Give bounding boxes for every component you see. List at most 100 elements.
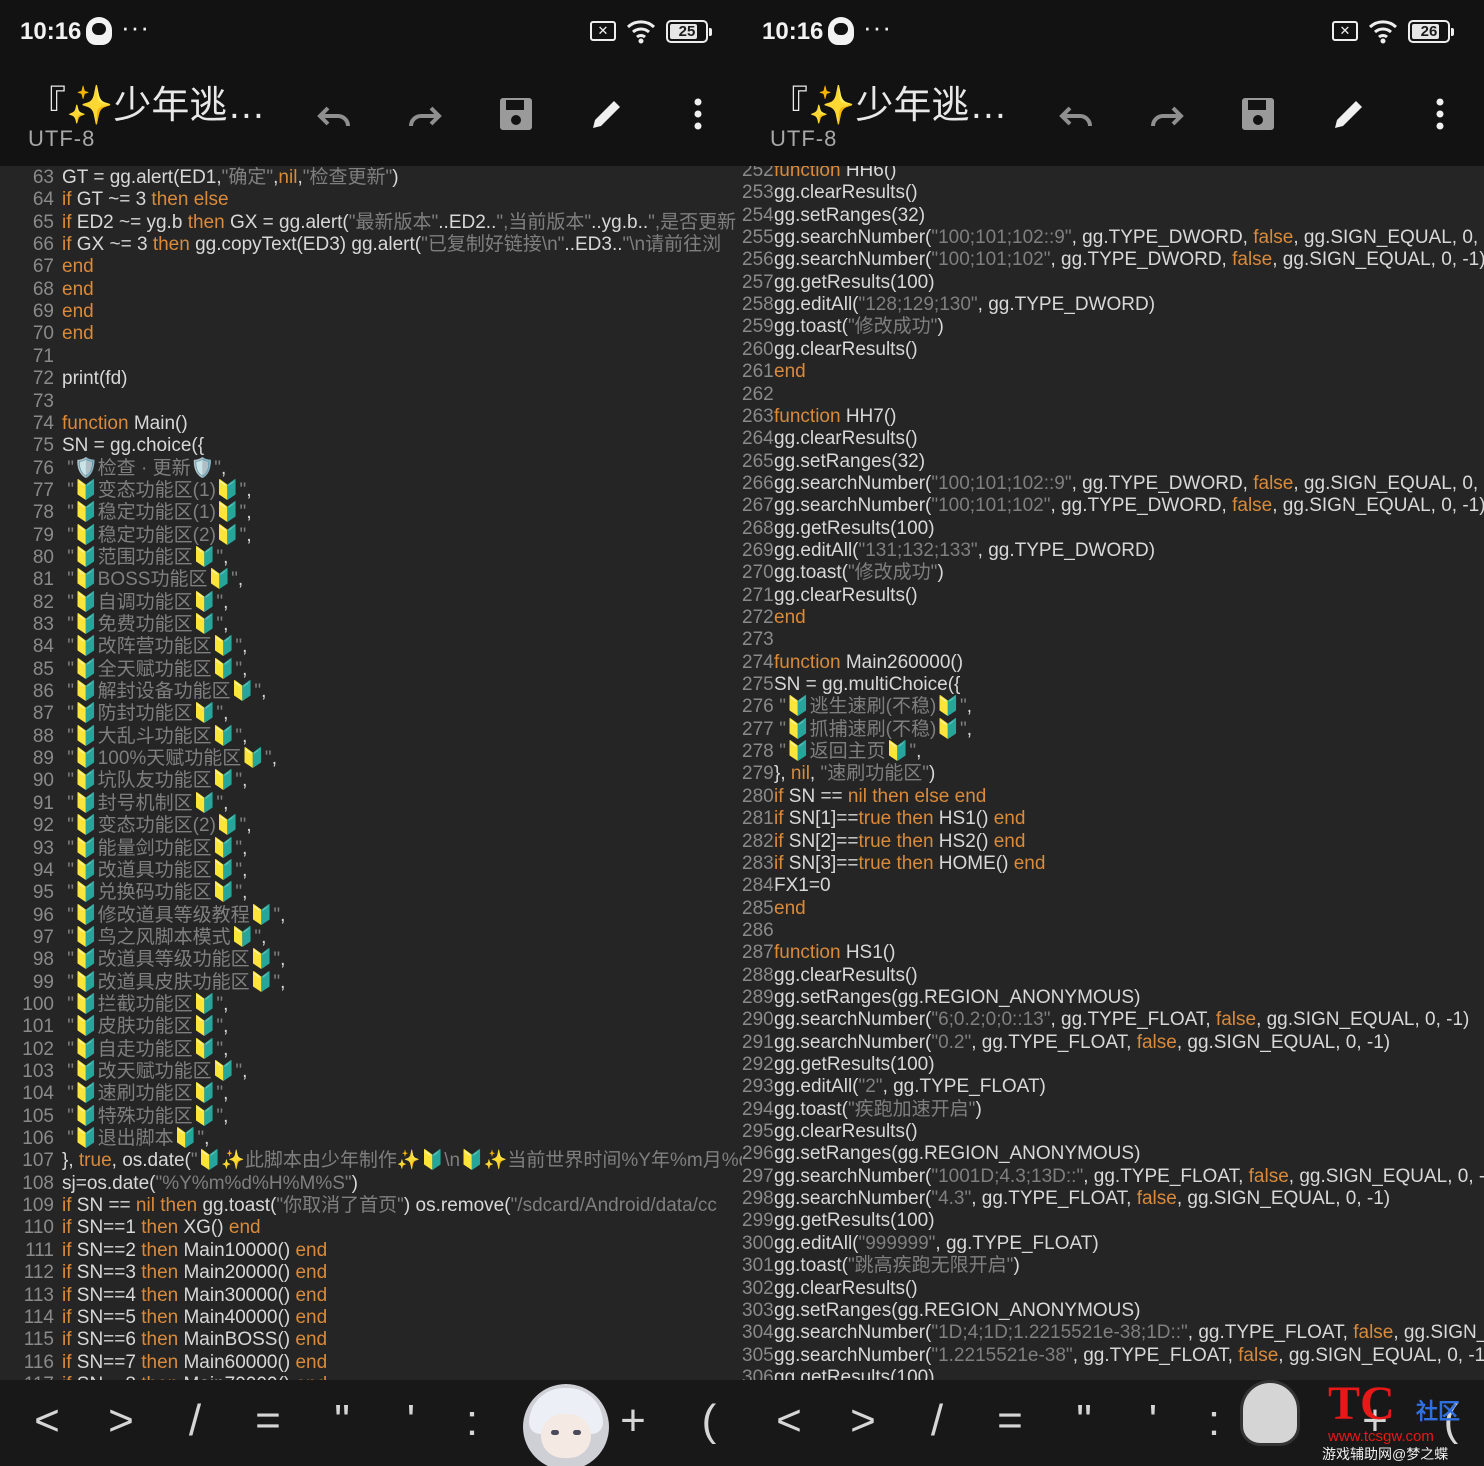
line-number: 75 xyxy=(32,435,54,457)
floating-avatar[interactable] xyxy=(523,1384,609,1466)
code-line: 301gg.toast("跳高疾跑无限开启") xyxy=(742,1255,1484,1277)
colon-key[interactable]: : xyxy=(1189,1396,1239,1446)
code-editor[interactable]: 252function HH6() 253gg.clearResults() 254… xyxy=(742,166,1484,1380)
code-text: "🔰皮肤功能区🔰", xyxy=(67,1016,229,1038)
more-vert-button[interactable] xyxy=(1412,86,1468,142)
plus-key[interactable]: + xyxy=(608,1396,658,1446)
code-line: 106 "🔰退出脚本🔰", xyxy=(0,1128,742,1150)
colon-key[interactable]: : xyxy=(447,1396,497,1446)
code-text: }, true, os.date("🔰✨此脚本由少年制作✨🔰\n🔰✨当前世界时间… xyxy=(62,1150,742,1172)
code-text: "🔰特殊功能区🔰", xyxy=(67,1105,229,1127)
editor-pane-right: 10:16 ··· ✕ 26 『✨少年逃… UTF-8 252function HH6() 2… xyxy=(742,0,1484,1466)
line-number: 270 xyxy=(742,562,774,584)
code-line: 296gg.setRanges(gg.REGION_ANONYMOUS) xyxy=(742,1143,1484,1165)
less-than-key[interactable]: < xyxy=(22,1396,72,1446)
line-number: 114 xyxy=(23,1306,54,1328)
line-number: 257 xyxy=(742,271,774,293)
line-number: 296 xyxy=(742,1143,774,1165)
save-button[interactable] xyxy=(1230,86,1286,142)
greater-than-key[interactable]: > xyxy=(96,1396,146,1446)
code-text: gg.setRanges(32) xyxy=(774,204,926,226)
code-text: gg.toast("修改成功") xyxy=(774,316,944,338)
equals-key[interactable]: = xyxy=(243,1396,293,1446)
code-line: 255gg.searchNumber("100;101;102::9", gg.… xyxy=(742,227,1484,249)
code-line: 269gg.editAll("131;132;133", gg.TYPE_DWO… xyxy=(742,540,1484,562)
editor-pane-left: 10:16 ··· ✕ 25 『✨少年逃… UTF-8 63 GT = gg.alert(ED… xyxy=(0,0,742,1466)
line-number: 103 xyxy=(22,1061,54,1082)
file-encoding[interactable]: UTF-8 xyxy=(28,126,95,152)
code-line: 70 end xyxy=(0,323,742,345)
code-line: 289gg.setRanges(gg.REGION_ANONYMOUS) xyxy=(742,987,1484,1009)
line-number: 286 xyxy=(742,919,774,941)
line-number: 77 xyxy=(32,479,54,501)
single-quote-key[interactable]: ' xyxy=(1128,1396,1178,1446)
greater-than-key[interactable]: > xyxy=(838,1396,888,1446)
line-number: 63 xyxy=(32,167,54,188)
code-text: "🔰封号机制区🔰", xyxy=(67,792,229,814)
more-vert-button[interactable] xyxy=(670,86,726,142)
edit-icon xyxy=(593,101,620,128)
code-line: 65 if ED2 ~= yg.b then GX = gg.alert("最新版… xyxy=(0,212,742,234)
code-line: 71 xyxy=(0,346,742,368)
code-text: gg.searchNumber("100;101;102::9", gg.TYP… xyxy=(774,472,1484,494)
code-text: end xyxy=(774,897,806,919)
code-line: 267gg.searchNumber("100;101;102", gg.TYP… xyxy=(742,495,1484,517)
no-sim-icon: ✕ xyxy=(590,21,616,41)
line-number: 102 xyxy=(22,1038,54,1060)
file-encoding[interactable]: UTF-8 xyxy=(770,126,837,152)
code-line: 284FX1=0 xyxy=(742,875,1484,897)
slash-key[interactable]: / xyxy=(912,1396,962,1446)
code-text: gg.searchNumber("1001D;4.3;13D::", gg.TY… xyxy=(774,1165,1484,1187)
code-line: 115 if SN==6 then MainBOSS() end xyxy=(0,1329,742,1351)
line-number: 274 xyxy=(742,651,774,673)
undo-button[interactable] xyxy=(306,86,362,142)
line-number: 298 xyxy=(742,1188,774,1210)
file-title[interactable]: 『✨少年逃… xyxy=(28,74,278,129)
undo-button[interactable] xyxy=(1048,86,1104,142)
edit-icon xyxy=(1335,101,1362,128)
code-text: if GX ~= 3 then gg.copyText(ED3) gg.aler… xyxy=(62,234,722,256)
wifi-icon xyxy=(1368,16,1398,46)
avatar-face xyxy=(541,1414,591,1458)
file-title[interactable]: 『✨少年逃… xyxy=(770,74,1020,129)
code-text: "🔰免费功能区🔰", xyxy=(67,614,229,635)
slash-key[interactable]: / xyxy=(170,1396,220,1446)
line-number: 86 xyxy=(32,681,54,703)
edit-button[interactable] xyxy=(579,86,635,142)
single-quote-key[interactable]: ' xyxy=(386,1396,436,1446)
battery-icon: 26 xyxy=(1408,20,1454,43)
code-line: 75 SN = gg.choice({ xyxy=(0,435,742,457)
open-paren-key[interactable]: ( xyxy=(684,1396,734,1446)
line-number: 275 xyxy=(742,674,774,696)
double-quote-key[interactable]: " xyxy=(317,1396,367,1446)
code-line: 74 function Main() xyxy=(0,413,742,435)
code-text: gg.setRanges(gg.REGION_ANONYMOUS) xyxy=(774,1299,1141,1321)
code-text: if SN[2]==true then HS2() end xyxy=(774,830,1026,852)
code-editor[interactable]: 63 GT = gg.alert(ED1,"确定",nil,"检查更新") 64 if… xyxy=(0,166,742,1380)
equals-key[interactable]: = xyxy=(985,1396,1035,1446)
code-text: gg.setRanges(gg.REGION_ANONYMOUS) xyxy=(774,1143,1141,1165)
double-quote-key[interactable]: " xyxy=(1059,1396,1109,1446)
line-number: 66 xyxy=(32,234,54,256)
edit-button[interactable] xyxy=(1321,86,1377,142)
code-text: "🔰自走功能区🔰", xyxy=(67,1038,229,1060)
code-text: GT = gg.alert(ED1,"确定",nil,"检查更新") xyxy=(62,167,399,188)
status-bar: 10:16 ··· ✕ 26 xyxy=(742,0,1484,64)
line-number: 90 xyxy=(32,770,54,792)
line-number: 291 xyxy=(742,1031,774,1053)
line-number: 293 xyxy=(742,1076,774,1098)
code-text: if SN==7 then Main60000() end xyxy=(62,1351,328,1373)
redo-button[interactable] xyxy=(1139,86,1195,142)
code-text: gg.searchNumber("100;101;102", gg.TYPE_D… xyxy=(774,249,1484,271)
code-text: gg.setRanges(32) xyxy=(774,450,926,472)
line-number: 104 xyxy=(22,1083,54,1105)
save-button[interactable] xyxy=(488,86,544,142)
line-number: 83 xyxy=(32,614,54,635)
code-text: "🔰能量剑功能区🔰", xyxy=(67,837,248,859)
less-than-key[interactable]: < xyxy=(764,1396,814,1446)
redo-button[interactable] xyxy=(397,86,453,142)
line-number: 297 xyxy=(742,1165,774,1187)
code-text: if SN==6 then MainBOSS() end xyxy=(62,1329,328,1351)
code-text: end xyxy=(774,607,806,628)
code-line: 109 if SN == nil then gg.toast("你取消了首页") … xyxy=(0,1195,742,1217)
